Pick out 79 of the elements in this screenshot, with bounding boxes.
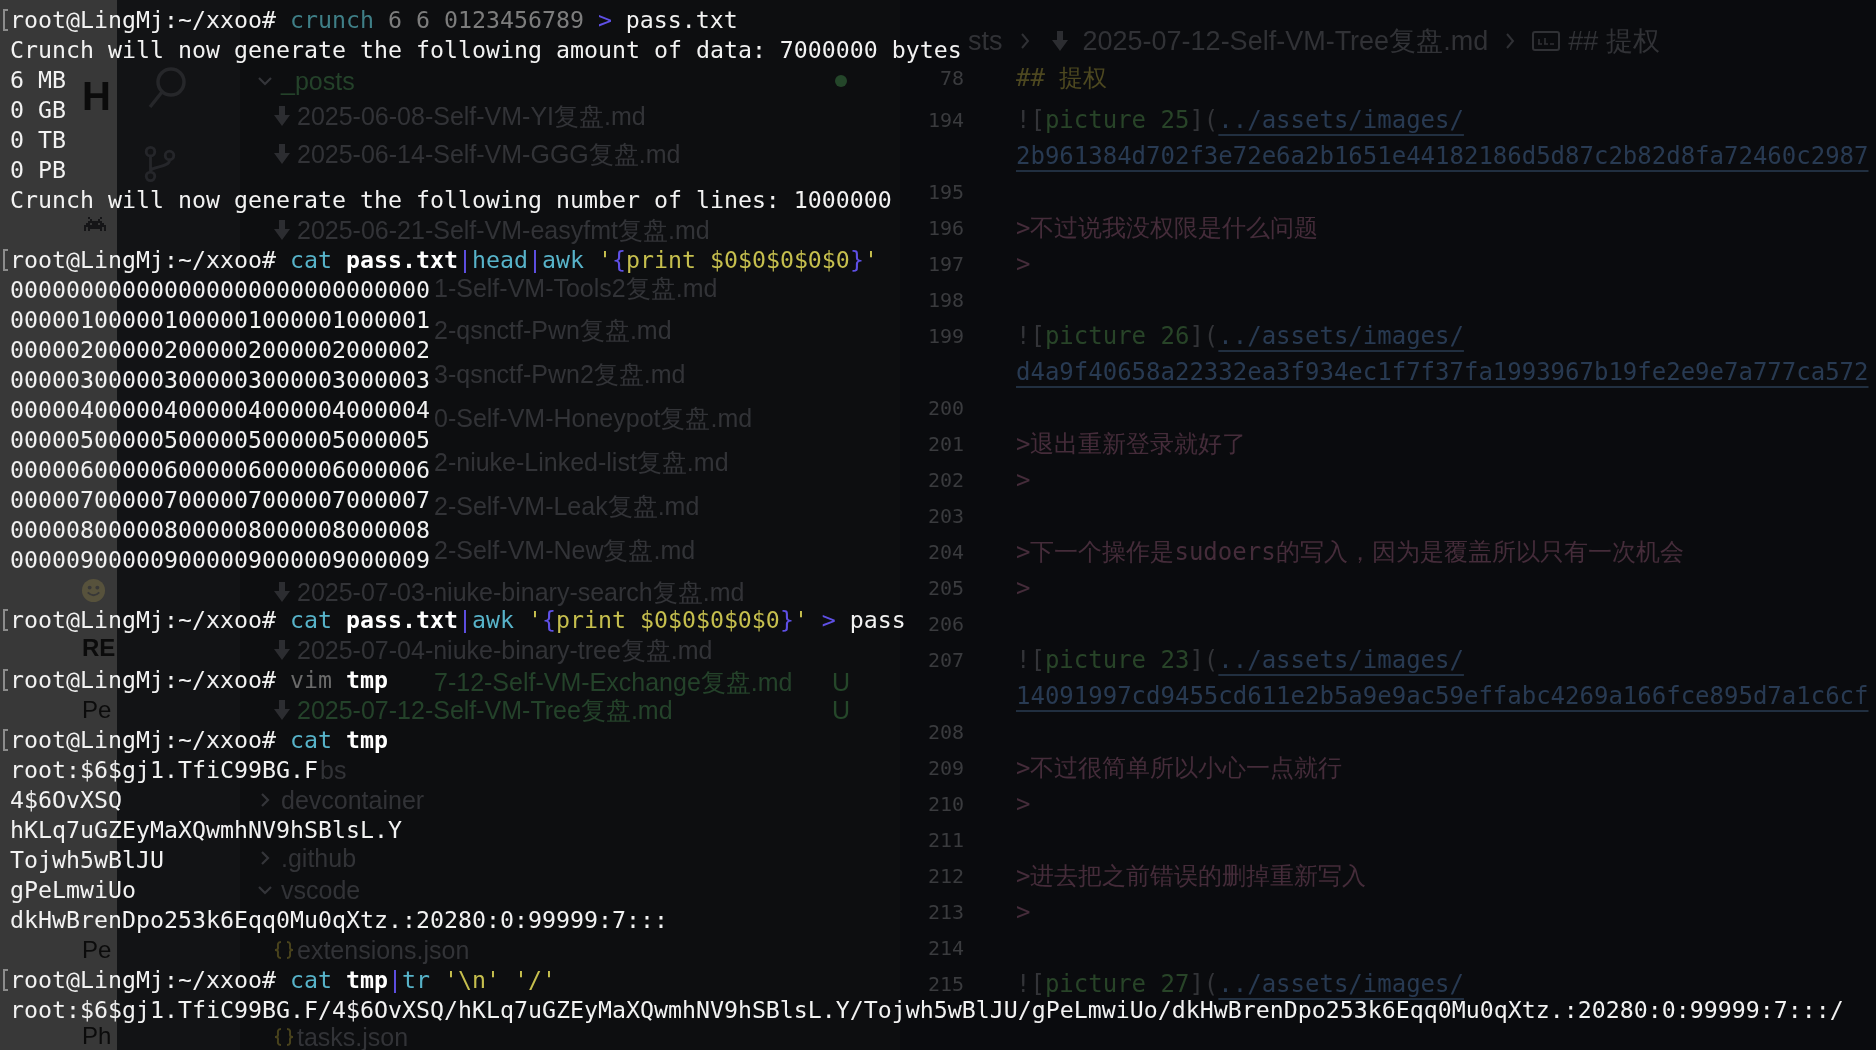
bracket-icon: [3, 9, 8, 31]
shell-prompt: root@LingMj:~/xxoo#: [10, 8, 276, 32]
shell-prompt: root@LingMj:~/xxoo#: [10, 968, 276, 992]
command-text: vim tmp: [289, 668, 388, 692]
shell-prompt: root@LingMj:~/xxoo#: [10, 248, 276, 272]
code-line: ![picture 25](../assets/images/: [1016, 106, 1464, 134]
output-line: 0 PB: [10, 158, 66, 182]
command-text: cat tmp|tr '\n' '/': [289, 968, 556, 992]
output-line: 000008000008000008000008000008: [10, 518, 430, 542]
link-text[interactable]: d4a9f40658a22332ea3f934ec1f7f37fa1993967b19fe2e9e7a777ca572: [1016, 358, 1869, 386]
code-line: >不过很简单所以小心一点就行: [1016, 753, 1343, 784]
output-line: 000009000009000009000009000009: [10, 548, 430, 572]
bracket-icon: [3, 249, 8, 271]
chevron-right-icon: [1018, 31, 1031, 51]
command-text: crunch 6 6 0123456789 > pass.txt: [289, 8, 738, 32]
bracket-icon: [3, 729, 8, 751]
output-line: 4$6OvXSQ: [10, 788, 122, 812]
code-line: >: [1016, 574, 1031, 602]
bracket-icon: [3, 609, 8, 631]
command-text: cat tmp: [289, 728, 388, 752]
code-line: >: [1016, 898, 1031, 926]
link-text[interactable]: 14091997cd9455cd611e2b5a9e9ac59effabc4269a166fce895d7a1c6cf: [1016, 682, 1869, 710]
output-line: dkHwBrenDpo253k6Eqq0Mu0qXtz.:20280:0:99999:7:::: [10, 908, 668, 932]
code-line: >: [1016, 466, 1031, 494]
output-line: 000001000001000001000001000001: [10, 308, 430, 332]
shell-prompt: root@LingMj:~/xxoo#: [10, 608, 276, 632]
smiley-icon: [81, 578, 106, 603]
alien-icon: [84, 217, 106, 233]
down-arrow-icon: [1050, 31, 1069, 51]
link-text[interactable]: ../assets/images/: [1218, 646, 1464, 674]
braces-icon: [273, 941, 295, 959]
git-status: U: [831, 668, 850, 696]
output-line: 000005000005000005000005000005: [10, 428, 430, 452]
code-line: >退出重新登录就好了: [1016, 429, 1247, 460]
down-arrow-icon: [273, 144, 291, 164]
code-line: >下一个操作是sudoers的写入，因为是覆盖所以只有一次机会: [1016, 537, 1684, 568]
output-line: hKLq7uGZEyMaXQwmhNV9hSBlsL.Y: [10, 818, 402, 842]
code-line: ![picture 23](../assets/images/: [1016, 646, 1464, 674]
output-line: 000007000007000007000007000007: [10, 488, 430, 512]
output-line: 000000000000000000000000000000: [10, 278, 430, 302]
code-line: >不过说我没权限是什么问题: [1016, 213, 1319, 244]
output-line: root:$6$gj1.TfiC99BG.F/4$6OvXSQ/hKLq7uGZEyMaXQwmhNV9hSBlsL.Y/Tojwh5wBlJU/gPeLmwiUo/dkHwBrenDpo253k6Eqq0Mu0qXtz.:20280:0:99999:7:::/: [10, 998, 1844, 1022]
output-line: 000004000004000004000004000004: [10, 398, 430, 422]
code-line: ![picture 26](../assets/images/: [1016, 322, 1464, 350]
output-line: root:$6$gj1.TfiC99BG.F: [10, 758, 318, 782]
output-line: 6 MB: [10, 68, 66, 92]
output-line: gPeLmwiUo: [10, 878, 136, 902]
code-line: >: [1016, 790, 1031, 818]
bracket-icon: [3, 669, 8, 691]
chevron-right-icon: [1504, 31, 1517, 51]
git-status: U: [831, 696, 850, 724]
bracket-icon: [3, 969, 8, 991]
code-line: ## 提权: [1016, 63, 1108, 94]
command-text: cat pass.txt|head|awk '{print $0$0$0$0$0}': [289, 248, 878, 272]
down-arrow-icon: [273, 106, 291, 126]
output-line: 000002000002000002000002000002: [10, 338, 430, 362]
output-line: 000006000006000006000006000006: [10, 458, 430, 482]
down-arrow-icon: [273, 700, 291, 720]
link-text[interactable]: ../assets/images/: [1218, 322, 1464, 350]
output-line: Tojwh5wBlJU: [10, 848, 164, 872]
code-line: >: [1016, 250, 1031, 278]
link-text[interactable]: 2b961384d702f3e72e6a2b1651e44182186d5d87c2b82d8fa72460c2987: [1016, 142, 1869, 170]
shell-prompt: root@LingMj:~/xxoo#: [10, 668, 276, 692]
down-arrow-icon: [273, 582, 291, 602]
link-text[interactable]: ../assets/images/: [1218, 106, 1464, 134]
output-line: 0 GB: [10, 98, 66, 122]
code-line: >进去把之前错误的删掉重新写入: [1016, 861, 1367, 892]
output-line: Crunch will now generate the following number of lines: 1000000: [10, 188, 892, 212]
braces-icon: [273, 1028, 295, 1046]
code-line: ![picture 27](../assets/images/: [1016, 970, 1464, 998]
shell-prompt: root@LingMj:~/xxoo#: [10, 728, 276, 752]
down-arrow-icon: [273, 640, 291, 660]
output-line: 0 TB: [10, 128, 66, 152]
output-line: Crunch will now generate the following amount of data: 7000000 bytes: [10, 38, 962, 62]
down-arrow-icon: [273, 220, 291, 240]
command-text: cat pass.txt|awk '{print $0$0$0$0$0}' > pass: [289, 608, 906, 632]
link-text[interactable]: ../assets/images/: [1218, 970, 1464, 998]
text-box-icon: [1532, 31, 1561, 51]
output-line: 000003000003000003000003000003: [10, 368, 430, 392]
